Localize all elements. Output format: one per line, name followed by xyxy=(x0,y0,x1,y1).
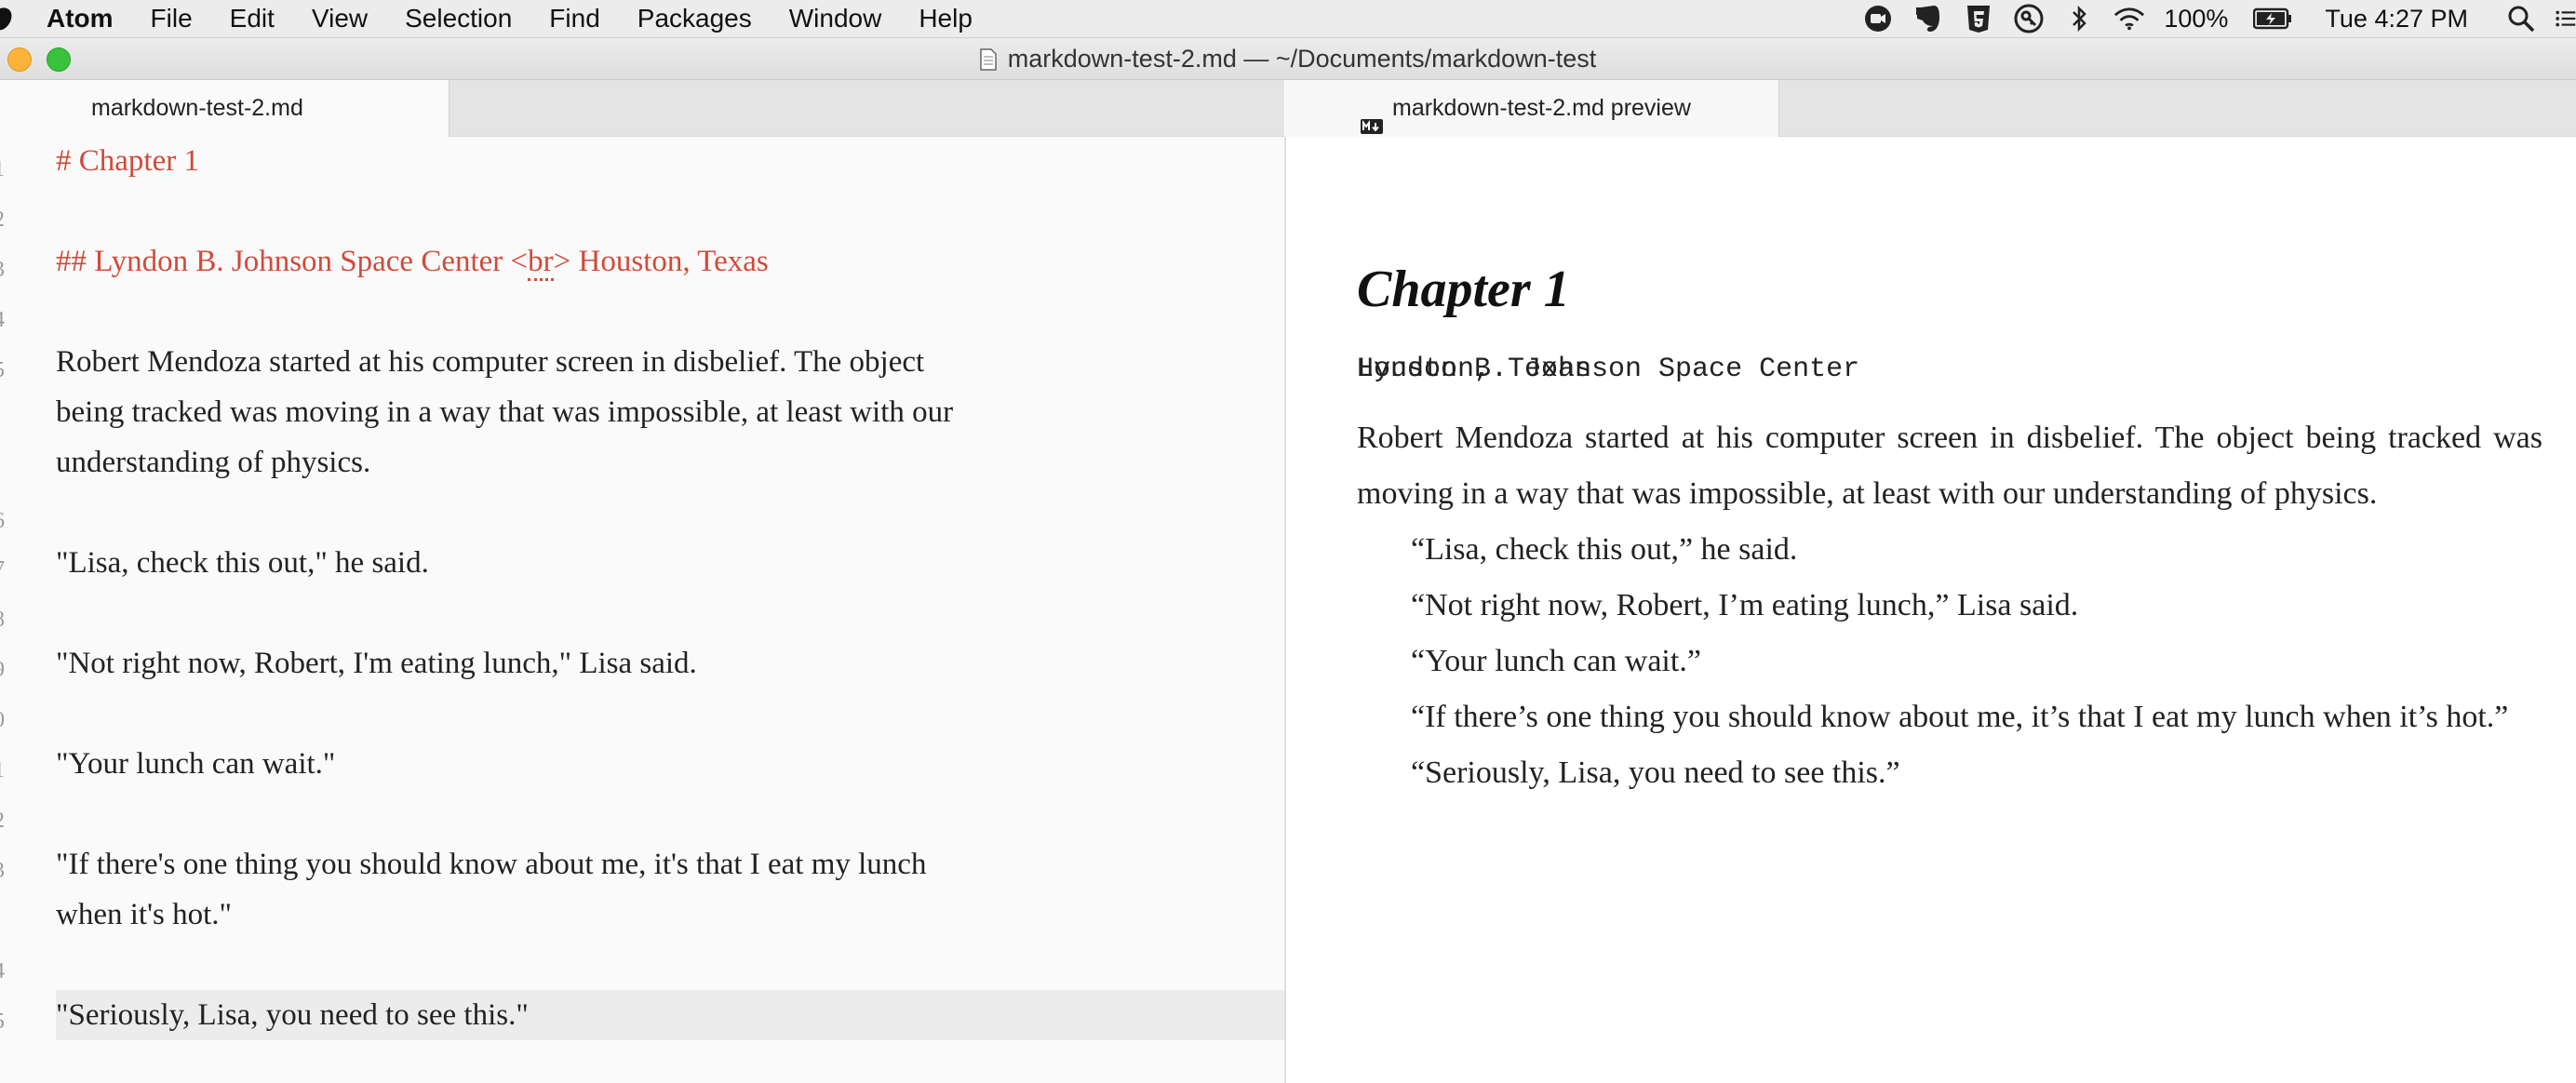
code-line-3: ## Lyndon B. Johnson Space Center <br> H… xyxy=(56,245,769,281)
code-text: ## Lyndon B. Johnson Space Center < xyxy=(56,245,529,278)
preview-body: Robert Mendoza started at his computer s… xyxy=(1357,410,2542,801)
preview-paragraph: “If there’s one thing you should know ab… xyxy=(1411,700,2509,734)
tab-editor[interactable]: markdown-test-2.md xyxy=(0,80,449,137)
menu-edit[interactable]: Edit xyxy=(230,0,275,37)
menu-find[interactable]: Find xyxy=(549,0,599,37)
menu-packages[interactable]: Packages xyxy=(637,0,752,37)
tab-preview[interactable]: markdown-test-2.md preview xyxy=(1285,80,1779,137)
code-line-5-wrap: understanding of physics. xyxy=(56,446,371,479)
window-title-bar: markdown-test-2.md — ~/Documents/markdow… xyxy=(0,38,2576,80)
line-number: 2 xyxy=(0,207,8,233)
code-line-1: # Chapter 1 xyxy=(56,144,199,178)
html5-icon[interactable] xyxy=(1963,3,1994,34)
code-line-5: Robert Mendoza started at his computer s… xyxy=(56,345,925,379)
window-title: markdown-test-2.md — ~/Documents/markdow… xyxy=(0,38,2576,79)
code-line-13: "If there's one thing you should know ab… xyxy=(56,848,927,881)
menu-file[interactable]: File xyxy=(151,0,193,37)
line-number: 8 xyxy=(0,608,8,633)
status-area: 100% Tue 4:27 PM xyxy=(1862,0,2576,37)
code-text: > Houston, Texas xyxy=(553,245,769,278)
line-number: 5 xyxy=(0,1009,8,1035)
line-number: 1 xyxy=(0,758,8,783)
document-icon xyxy=(980,42,997,71)
code-line-11: "Your lunch can wait." xyxy=(56,747,336,781)
line-number: 4 xyxy=(0,308,8,333)
line-number: 6 xyxy=(0,509,8,534)
line-number: 3 xyxy=(0,859,8,884)
bluetooth-icon[interactable] xyxy=(2063,3,2095,34)
preview-paragraph: “Not right now, Robert, I’m eating lunch… xyxy=(1411,588,2079,622)
line-number: 5 xyxy=(0,358,8,383)
menu-window[interactable]: Window xyxy=(789,0,882,37)
line-number: 2 xyxy=(0,809,8,834)
code-line-15: "Seriously, Lisa, you need to see this." xyxy=(56,998,529,1032)
wrap-marker: • xyxy=(0,457,8,482)
menu-bar: Atom File Edit View Selection Find Packa… xyxy=(0,0,2576,38)
tab-preview-label: markdown-test-2.md preview xyxy=(1392,95,1691,121)
preview-paragraph: “Seriously, Lisa, you need to see this.” xyxy=(1411,755,1900,790)
line-number: 0 xyxy=(0,708,8,733)
line-number: 3 xyxy=(0,258,8,283)
menu-selection[interactable]: Selection xyxy=(405,0,512,37)
battery-percent: 100% xyxy=(2164,4,2229,33)
code-line-9: "Not right now, Robert, I'm eating lunch… xyxy=(56,647,697,680)
editor-tab-bar: markdown-test-2.md xyxy=(0,80,1284,137)
preview-paragraph: Robert Mendoza started at his computer s… xyxy=(1357,421,2542,511)
tab-editor-label: markdown-test-2.md xyxy=(91,95,303,121)
line-number: 9 xyxy=(0,658,8,683)
menu-clock[interactable]: Tue 4:27 PM xyxy=(2325,5,2468,33)
wrap-marker: • xyxy=(0,907,8,932)
preview-heading-1: Chapter 1 xyxy=(1357,261,1570,318)
menu-atom[interactable]: Atom xyxy=(47,0,114,37)
code-line-5-wrap: being tracked was moving in a way that w… xyxy=(56,395,954,429)
spelling-error: br xyxy=(528,245,554,281)
code-line-13-wrap: when it's hot." xyxy=(56,898,232,931)
menu-view[interactable]: View xyxy=(312,0,368,37)
key-icon[interactable] xyxy=(2013,3,2045,34)
line-number: 4 xyxy=(0,959,8,984)
window-title-text: markdown-test-2.md — ~/Documents/markdow… xyxy=(1007,45,1597,73)
apple-menu-icon[interactable] xyxy=(0,0,13,37)
search-icon[interactable] xyxy=(2505,3,2537,34)
preview-heading-2-overlap: Houston, Texas xyxy=(1357,354,1592,385)
battery-icon[interactable] xyxy=(2252,3,2293,34)
evernote-icon[interactable] xyxy=(1912,3,1944,34)
preview-paragraph: “Lisa, check this out,” he said. xyxy=(1411,532,1798,567)
markdown-editor[interactable]: 1 2 3 4 5 • • 6 7 8 9 0 1 2 3 • 4 5 # Ch… xyxy=(0,137,1286,1083)
preview-tab-bar: markdown-test-2.md preview xyxy=(1285,80,2576,137)
list-icon[interactable] xyxy=(2556,3,2576,34)
wifi-icon[interactable] xyxy=(2113,3,2145,34)
line-number: 7 xyxy=(0,557,8,582)
preview-paragraph: “Your lunch can wait.” xyxy=(1411,644,1701,678)
wrap-marker: • xyxy=(0,407,8,432)
menu-help[interactable]: Help xyxy=(919,0,973,37)
code-line-7: "Lisa, check this out," he said. xyxy=(56,546,429,580)
line-number: 1 xyxy=(0,157,8,182)
markdown-preview: Chapter 1 Lyndon B. Johnson Space Center… xyxy=(1286,137,2576,1083)
video-icon[interactable] xyxy=(1862,3,1894,34)
